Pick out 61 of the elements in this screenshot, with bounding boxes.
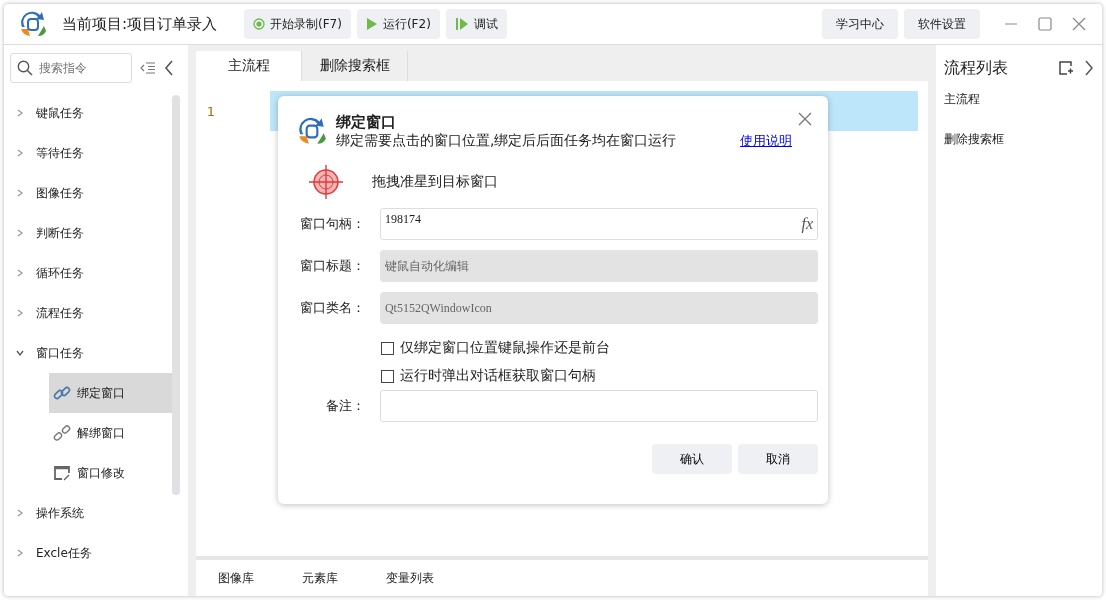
checkbox-label: 仅绑定窗口位置键鼠操作还是前台 [400, 339, 610, 357]
drag-hint: 拖拽准星到目标窗口 [372, 173, 498, 191]
scrollbar[interactable] [172, 95, 180, 495]
search-field[interactable]: 搜索指令 [10, 53, 132, 83]
header-button[interactable]: 学习中心 [822, 9, 898, 39]
add-process-icon[interactable] [1058, 60, 1074, 76]
record-icon [253, 18, 265, 30]
bottom-tab[interactable]: 图像库 [218, 569, 254, 587]
tree-item[interactable]: 操作系统 [4, 493, 188, 533]
play-icon [365, 17, 378, 31]
line-number: 1 [205, 103, 217, 119]
link-icon [53, 384, 71, 402]
dialog-button[interactable]: 确认 [652, 444, 732, 474]
checkbox[interactable] [381, 369, 394, 383]
chevron-right-icon[interactable] [1084, 60, 1094, 76]
toolbar-button[interactable]: 调试 [445, 9, 507, 39]
tree-item[interactable]: 键鼠任务 [4, 93, 188, 133]
search-icon [17, 60, 33, 76]
editor-tab[interactable]: 主流程 [196, 51, 302, 81]
formula-button[interactable]: fx [801, 215, 813, 233]
field-label: 备注： [324, 397, 365, 415]
help-link[interactable]: 使用说明 [740, 132, 792, 150]
tree-child-item[interactable]: 解绑窗口 [49, 413, 175, 453]
tree-item[interactable]: 循环任务 [4, 253, 188, 293]
close-icon[interactable] [798, 112, 812, 126]
tree-item[interactable]: 窗口任务 [4, 333, 188, 373]
tree-child-item[interactable]: 窗口修改 [49, 453, 175, 493]
collapse-list-icon[interactable] [140, 61, 156, 75]
tree-item[interactable]: 图像任务 [4, 173, 188, 213]
toolbar-button[interactable]: 开始录制(F7) [244, 9, 351, 39]
bottom-tab[interactable]: 变量列表 [386, 569, 434, 587]
close-icon[interactable] [1072, 17, 1086, 31]
tree-item[interactable]: 等待任务 [4, 133, 188, 173]
header-button[interactable]: 软件设置 [904, 9, 980, 39]
bottom-tab[interactable]: 元素库 [302, 569, 338, 587]
step-play-icon [454, 17, 469, 31]
tree-item[interactable]: Excle任务 [4, 533, 188, 573]
crosshair-icon[interactable] [308, 164, 344, 200]
process-item[interactable]: 删除搜索框 [944, 131, 1094, 171]
panel-title: 流程列表 [944, 57, 1008, 79]
process-item[interactable]: 主流程 [944, 91, 1094, 131]
checkbox[interactable] [381, 341, 394, 355]
tree-child-item[interactable]: 绑定窗口 [49, 373, 175, 413]
field-label: 窗口句柄： [298, 215, 365, 233]
broken-link-icon [53, 424, 71, 442]
tree-item[interactable]: 判断任务 [4, 213, 188, 253]
dialog-subtitle: 绑定需要点击的窗口位置,绑定后后面任务均在窗口运行 [336, 131, 677, 150]
input-field[interactable]: 198174 fx [379, 208, 818, 240]
window-edit-icon [53, 464, 71, 482]
checkbox-label: 运行时弹出对话框获取窗口句柄 [400, 367, 596, 385]
chevron-left-icon[interactable] [164, 60, 174, 76]
app-logo-icon [18, 9, 48, 39]
remark-field[interactable] [379, 390, 818, 422]
field-label: 窗口类名： [298, 299, 365, 317]
tree-item[interactable]: 流程任务 [4, 293, 188, 333]
dialog-button[interactable]: 取消 [738, 444, 818, 474]
app-logo-icon [296, 115, 328, 147]
dialog-title: 绑定窗口 [336, 112, 397, 132]
project-title: 当前项目:项目订单录入 [62, 14, 219, 34]
field-label: 窗口标题： [298, 257, 365, 275]
toolbar-button[interactable]: 运行(F2) [356, 9, 440, 39]
